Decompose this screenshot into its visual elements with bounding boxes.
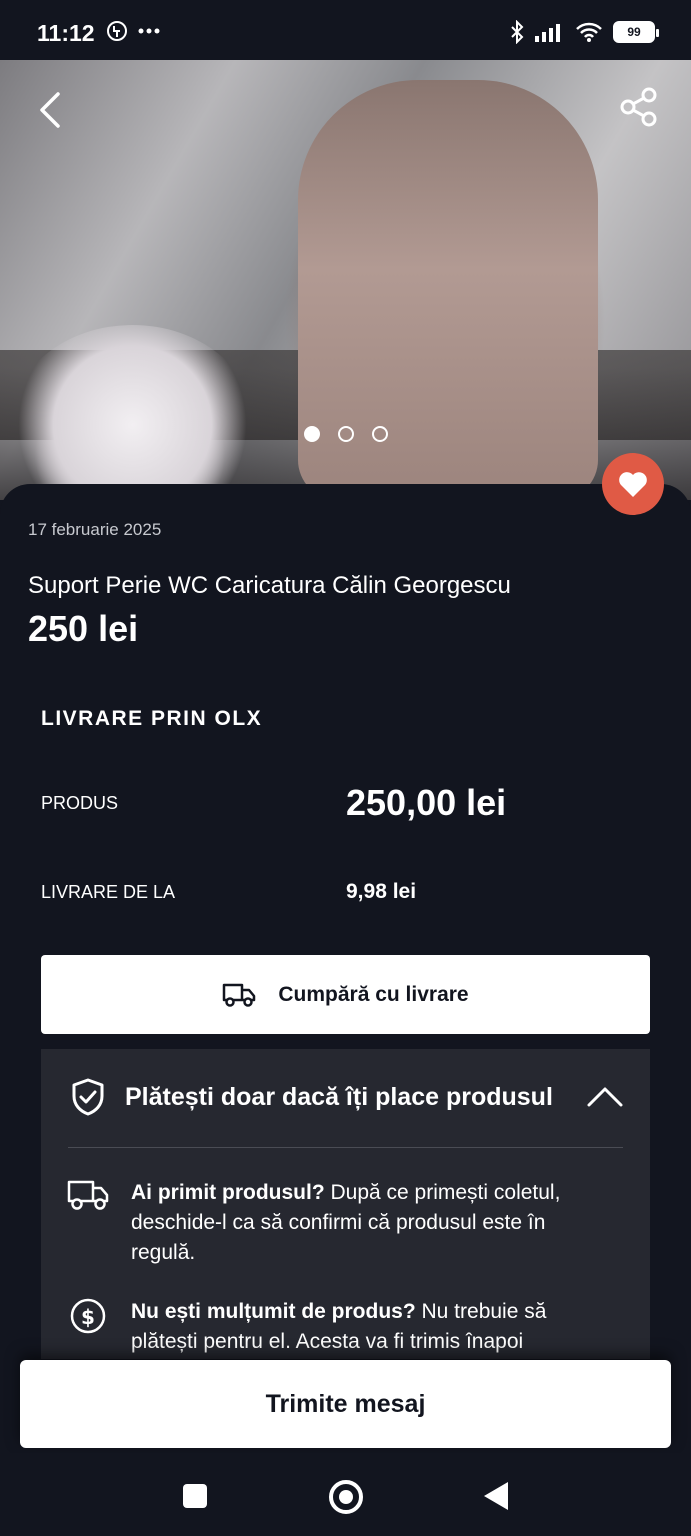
protection-divider xyxy=(68,1147,623,1148)
gallery-dot-1[interactable] xyxy=(303,426,320,442)
heart-icon xyxy=(619,472,647,497)
delivery-label: LIVRARE DE LA xyxy=(41,882,176,902)
system-navigation-bar xyxy=(0,1453,691,1536)
battery-icon: 99 xyxy=(613,21,659,43)
protection-item: $ Nu ești mulțumit de produs? Nu trebuie… xyxy=(67,1297,627,1357)
truck-icon xyxy=(223,983,256,1007)
status-bar: 11:12 99 xyxy=(0,0,691,60)
product-price: 250,00 lei xyxy=(346,782,507,823)
product-label: PRODUS xyxy=(41,793,119,813)
listing-image-gallery[interactable] xyxy=(0,60,691,500)
delivery-price: 9,98 lei xyxy=(346,880,417,903)
share-button[interactable] xyxy=(618,86,660,128)
gallery-dot-3[interactable] xyxy=(371,426,388,442)
buy-with-delivery-button[interactable]: Cumpără cu livrare xyxy=(41,955,650,1034)
protection-item-text: Nu ești mulțumit de produs? Nu trebuie s… xyxy=(131,1297,611,1357)
protection-header[interactable]: Plătești doar dacă îți place produsul xyxy=(69,1077,624,1117)
favorite-button[interactable] xyxy=(602,453,664,515)
send-message-button[interactable]: Trimite mesaj xyxy=(20,1360,671,1448)
bluetooth-icon xyxy=(511,20,524,44)
shipping-heading: LIVRARE PRIN OLX xyxy=(41,707,263,730)
buy-button-label: Cumpără cu livrare xyxy=(278,982,469,1006)
protection-item-text: Ai primit produsul? După ce primești col… xyxy=(131,1178,611,1268)
recent-apps-icon[interactable] xyxy=(183,1484,207,1508)
gallery-dot-2[interactable] xyxy=(337,426,354,442)
listing-title: Suport Perie WC Caricatura Călin Georges… xyxy=(28,572,511,599)
signal-icon xyxy=(535,24,560,42)
arrow-back-icon xyxy=(40,92,60,128)
wifi-icon xyxy=(576,22,602,42)
system-back-icon[interactable] xyxy=(484,1482,508,1510)
chevron-up-icon[interactable] xyxy=(586,1085,624,1109)
svg-text:$: $ xyxy=(81,1305,95,1329)
protection-item-bold: Nu ești mulțumit de produs? xyxy=(131,1300,416,1323)
back-button[interactable] xyxy=(30,90,70,130)
status-time: 11:12 xyxy=(37,20,95,46)
buyer-protection-panel: Plătești doar dacă îți place produsul Ai… xyxy=(41,1049,650,1359)
home-icon[interactable] xyxy=(329,1480,363,1514)
notification-icon xyxy=(107,21,127,41)
more-dots-icon xyxy=(138,28,160,34)
dollar-circle-icon: $ xyxy=(70,1298,106,1334)
gallery-pagination xyxy=(0,426,691,442)
truck-icon xyxy=(67,1180,109,1210)
protection-title: Plătești doar dacă îți place produsul xyxy=(125,1082,553,1111)
listing-price: 250 lei xyxy=(28,608,139,649)
shield-check-icon xyxy=(72,1078,104,1116)
battery-level: 99 xyxy=(627,25,641,39)
protection-item: Ai primit produsul? După ce primești col… xyxy=(67,1178,627,1268)
listing-date: 17 februarie 2025 xyxy=(28,520,162,539)
protection-item-bold: Ai primit produsul? xyxy=(131,1181,325,1204)
share-icon xyxy=(620,87,657,127)
